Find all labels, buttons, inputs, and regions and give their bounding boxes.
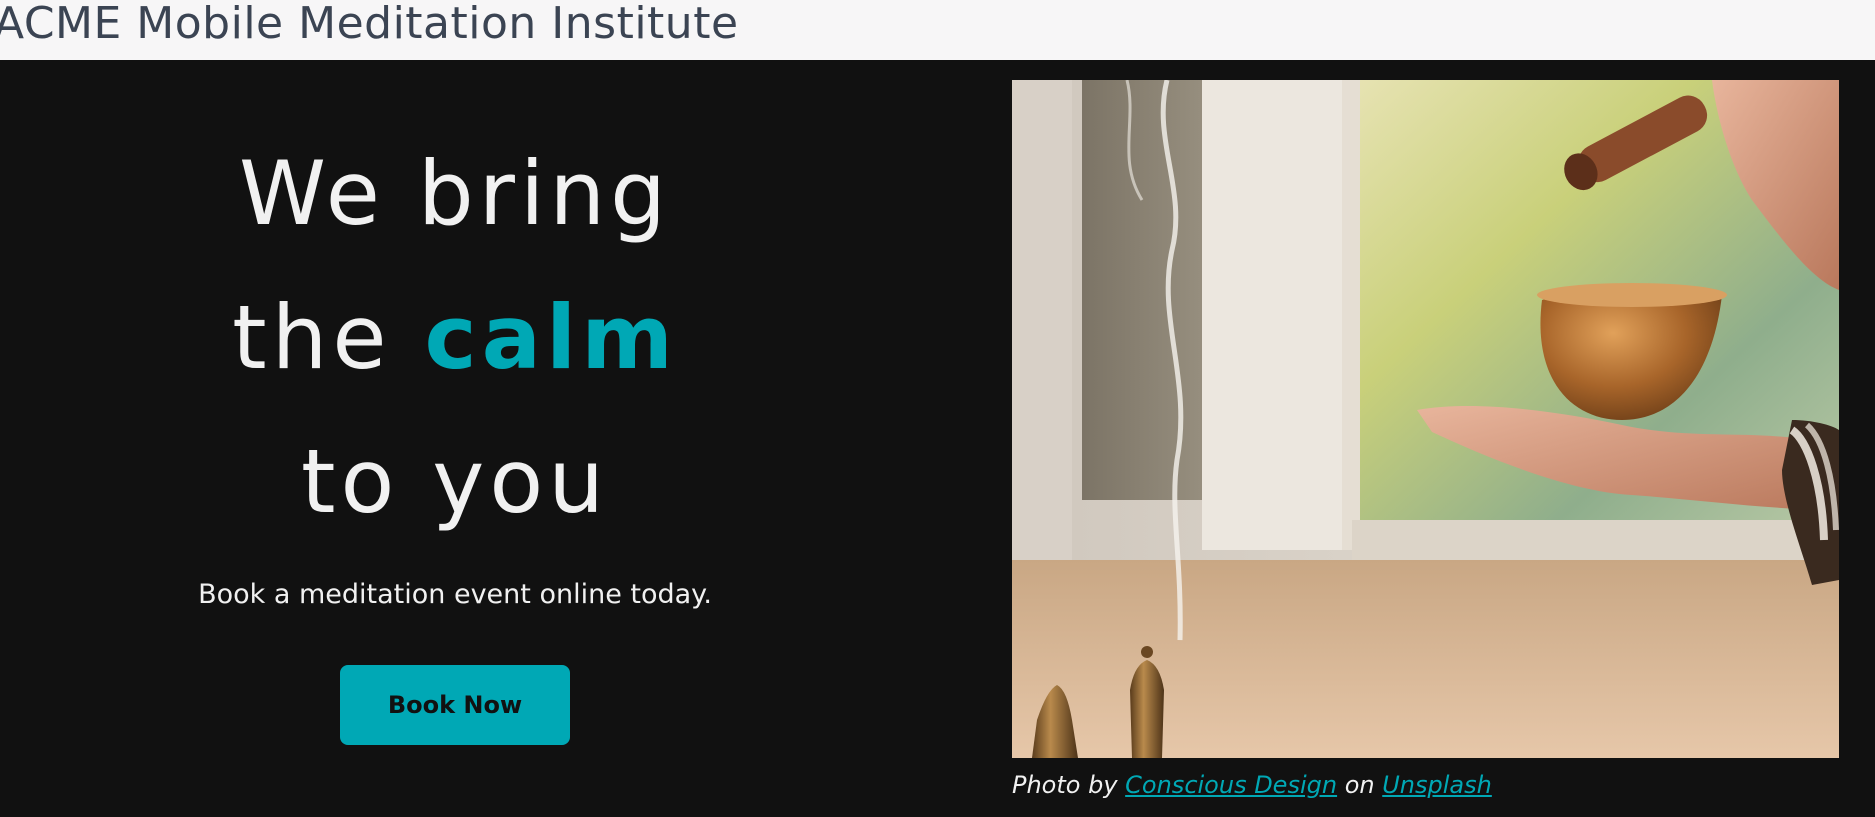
headline-line-2: the calm: [0, 266, 910, 410]
singing-bowl-photo: [1012, 80, 1839, 758]
headline-accent-word: calm: [424, 286, 678, 389]
photo-caption: Photo by Conscious Design on Unsplash: [1012, 770, 1492, 800]
hero-headline: We bring the calm to you: [0, 122, 910, 554]
hero-photo-figure: Photo by Conscious Design on Unsplash: [1012, 80, 1839, 817]
photographer-link[interactable]: Conscious Design: [1125, 771, 1337, 799]
headline-line-2-prefix: the: [232, 286, 425, 389]
hero-section: We bring the calm to you Book a meditati…: [0, 60, 1875, 817]
hero-text-panel: We bring the calm to you Book a meditati…: [0, 60, 910, 817]
hero-subtitle: Book a meditation event online today.: [198, 579, 712, 610]
book-now-button[interactable]: Book Now: [340, 665, 570, 745]
caption-prefix: Photo by: [1012, 771, 1126, 799]
caption-middle: on: [1337, 771, 1383, 799]
site-title[interactable]: ACME Mobile Meditation Institute: [0, 0, 739, 52]
headline-line-3: to you: [300, 430, 609, 533]
unsplash-link[interactable]: Unsplash: [1382, 771, 1492, 799]
site-header: ACME Mobile Meditation Institute: [0, 0, 1875, 60]
headline-line-1: We bring: [238, 142, 672, 245]
